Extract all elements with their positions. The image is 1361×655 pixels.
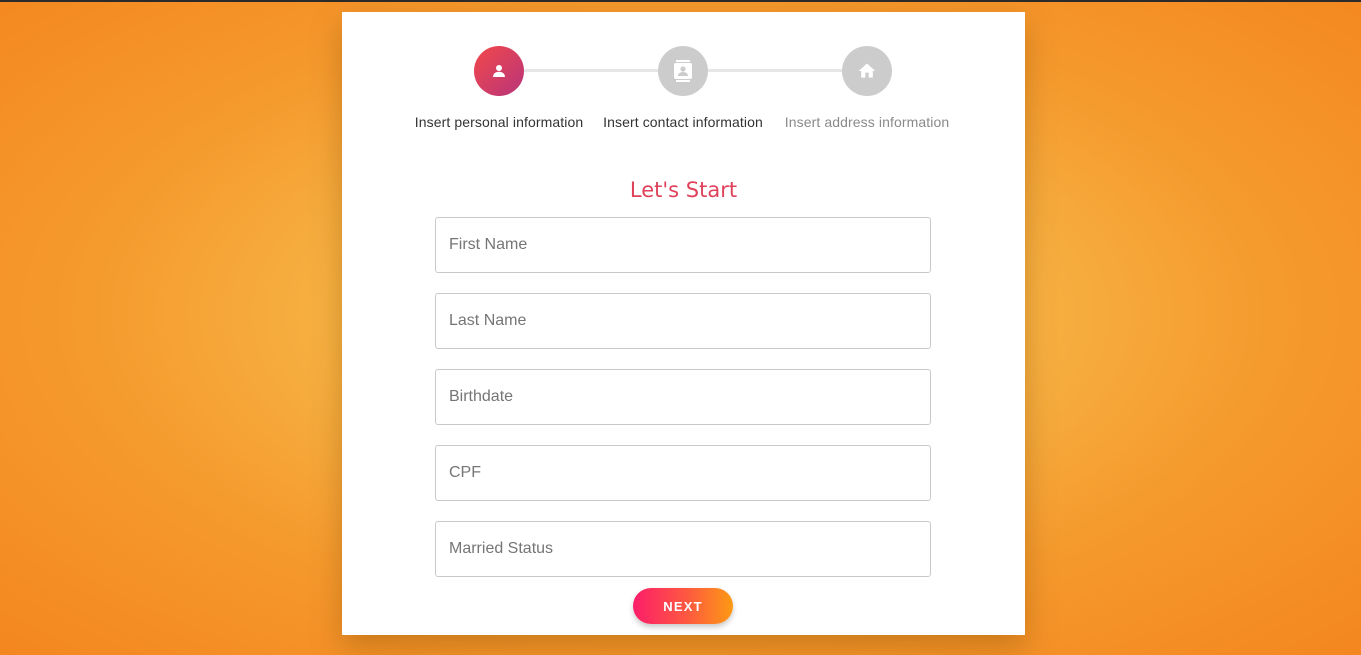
step-personal-info[interactable]: Insert personal information	[414, 46, 584, 132]
step-contact-info[interactable]: Insert contact information	[598, 46, 768, 132]
cpf-field[interactable]	[435, 445, 931, 501]
step-indicator	[658, 46, 708, 96]
window-top-border	[0, 0, 1361, 2]
step-indicator-active	[474, 46, 524, 96]
step-indicator	[842, 46, 892, 96]
first-name-field[interactable]	[435, 217, 931, 273]
form-title: Let's Start	[629, 178, 738, 202]
last-name-field[interactable]	[435, 293, 931, 349]
birthdate-field[interactable]	[435, 369, 931, 425]
step-address-info[interactable]: Insert address information	[782, 46, 952, 132]
person-icon	[490, 62, 508, 80]
step-label: Insert address information	[784, 114, 950, 130]
next-button[interactable]: NEXT	[633, 588, 733, 624]
home-icon	[857, 61, 877, 81]
contact-card-icon	[673, 60, 693, 82]
step-label: Insert personal information	[414, 114, 584, 130]
signup-card: Insert personal information Insert conta…	[342, 12, 1025, 635]
married-status-field[interactable]	[435, 521, 931, 577]
progress-stepper: Insert personal information Insert conta…	[342, 12, 1025, 172]
step-label: Insert contact information	[603, 114, 763, 130]
